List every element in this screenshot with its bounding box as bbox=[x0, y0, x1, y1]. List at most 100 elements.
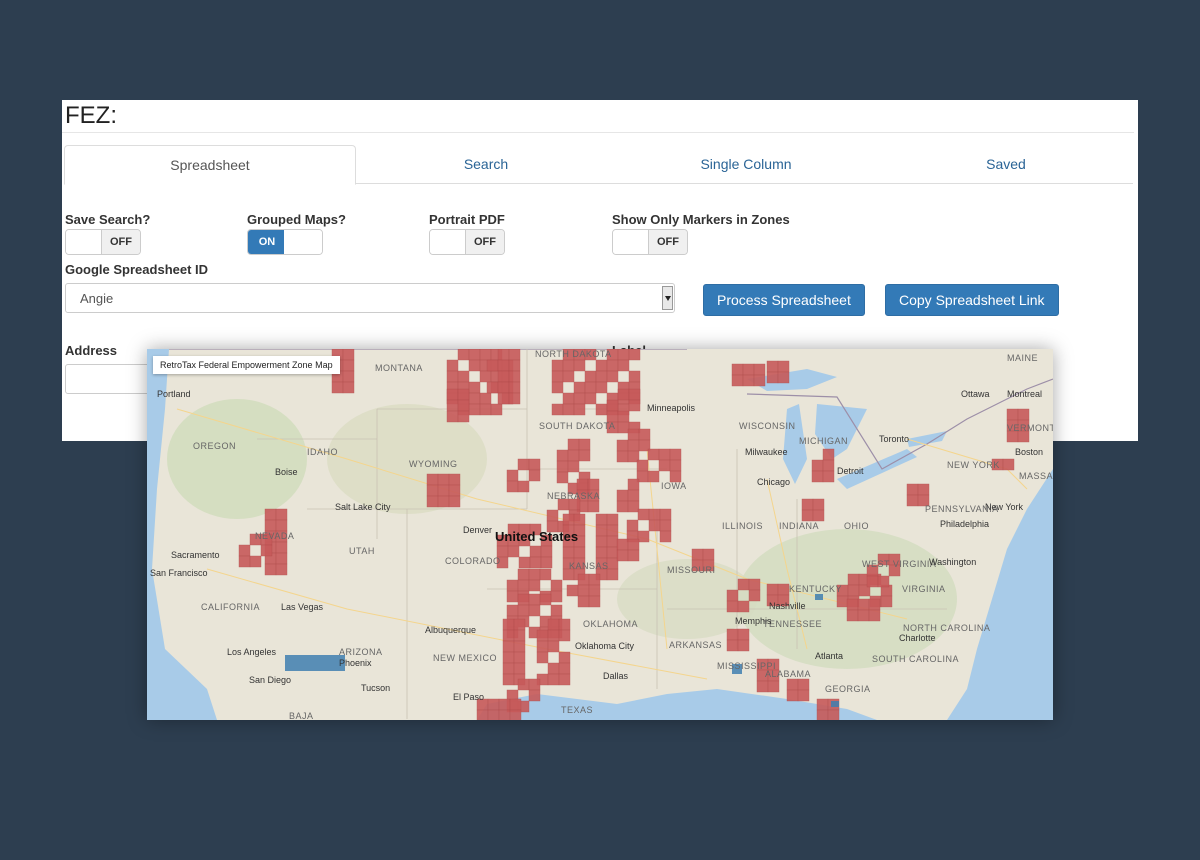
zone-tile[interactable] bbox=[742, 374, 755, 387]
zone-tile[interactable] bbox=[539, 568, 552, 581]
zone-tile[interactable] bbox=[260, 544, 273, 557]
save-search-toggle[interactable]: OFF bbox=[65, 229, 141, 255]
zone-tile[interactable] bbox=[497, 359, 510, 372]
zone-tile[interactable] bbox=[595, 535, 608, 548]
zone-tile[interactable] bbox=[426, 484, 439, 497]
marker-zone[interactable] bbox=[285, 655, 345, 671]
zone-tile[interactable] bbox=[275, 508, 288, 521]
zone-tile[interactable] bbox=[528, 579, 541, 592]
zone-tile[interactable] bbox=[508, 370, 521, 383]
zone-tile[interactable] bbox=[658, 448, 671, 461]
zone-tile[interactable] bbox=[659, 519, 672, 532]
zone-tile[interactable] bbox=[536, 651, 549, 664]
zone-tile[interactable] bbox=[238, 544, 251, 557]
tab-single-column[interactable]: Single Column bbox=[616, 145, 876, 183]
zone-tile[interactable] bbox=[502, 673, 515, 686]
zone-tile[interactable] bbox=[658, 459, 671, 472]
zone-tile[interactable] bbox=[595, 370, 608, 383]
zone-tile[interactable] bbox=[508, 381, 521, 394]
zone-tile[interactable] bbox=[275, 552, 288, 565]
zone-tile[interactable] bbox=[558, 673, 571, 686]
zone-tile[interactable] bbox=[617, 349, 630, 361]
zone-tile[interactable] bbox=[587, 500, 600, 513]
zone-tile[interactable] bbox=[627, 439, 640, 452]
zone-tile[interactable] bbox=[457, 399, 470, 412]
zone-tile[interactable] bbox=[797, 678, 810, 691]
zone-tile[interactable] bbox=[659, 530, 672, 543]
zone-tile[interactable] bbox=[627, 428, 640, 441]
zone-tile[interactable] bbox=[617, 410, 630, 423]
zone-tile[interactable] bbox=[502, 640, 515, 653]
zone-tile[interactable] bbox=[518, 556, 531, 569]
zone-tile[interactable] bbox=[606, 557, 619, 570]
zone-tile[interactable] bbox=[487, 698, 500, 711]
zone-tile[interactable] bbox=[577, 573, 590, 586]
zone-tile[interactable] bbox=[595, 359, 608, 372]
zone-tile[interactable] bbox=[490, 403, 503, 416]
zone-tile[interactable] bbox=[595, 381, 608, 394]
zone-tile[interactable] bbox=[528, 568, 541, 581]
zone-tile[interactable] bbox=[562, 513, 575, 526]
zone-tile[interactable] bbox=[551, 370, 564, 383]
zone-tile[interactable] bbox=[811, 470, 824, 483]
zone-tile[interactable] bbox=[547, 673, 560, 686]
zone-tile[interactable] bbox=[811, 459, 824, 472]
copy-spreadsheet-link-button[interactable]: Copy Spreadsheet Link bbox=[885, 284, 1059, 316]
zone-tile[interactable] bbox=[767, 680, 780, 693]
zone-tile[interactable] bbox=[659, 508, 672, 521]
zone-tile[interactable] bbox=[528, 689, 541, 702]
zone-tile[interactable] bbox=[573, 381, 586, 394]
zone-tile[interactable] bbox=[437, 484, 450, 497]
zone-tile[interactable] bbox=[616, 500, 629, 513]
zone-tile[interactable] bbox=[576, 478, 589, 491]
zone-tile[interactable] bbox=[528, 604, 541, 617]
zone-tile[interactable] bbox=[556, 471, 569, 484]
zone-tile[interactable] bbox=[584, 381, 597, 394]
zone-tile[interactable] bbox=[566, 584, 579, 597]
zone-tile[interactable] bbox=[528, 678, 541, 691]
zone-tile[interactable] bbox=[847, 573, 860, 586]
zone-tile[interactable] bbox=[726, 589, 739, 602]
zone-tile[interactable] bbox=[558, 651, 571, 664]
zone-tile[interactable] bbox=[573, 403, 586, 416]
zone-tile[interactable] bbox=[606, 370, 619, 383]
zone-tile[interactable] bbox=[562, 546, 575, 559]
zone-tile[interactable] bbox=[539, 593, 552, 606]
zone-tile[interactable] bbox=[578, 449, 591, 462]
zone-tile[interactable] bbox=[877, 575, 890, 588]
grouped-maps-toggle[interactable]: ON bbox=[247, 229, 323, 255]
zone-tile[interactable] bbox=[562, 370, 575, 383]
zone-tile[interactable] bbox=[588, 595, 601, 608]
tab-search[interactable]: Search bbox=[356, 145, 616, 183]
zone-tile[interactable] bbox=[446, 370, 459, 383]
spreadsheet-id-select[interactable]: Angie bbox=[65, 283, 675, 313]
zone-tile[interactable] bbox=[816, 709, 829, 720]
zone-tile[interactable] bbox=[617, 388, 630, 401]
zone-tile[interactable] bbox=[737, 600, 750, 613]
zone-tile[interactable] bbox=[342, 381, 355, 394]
zone-map[interactable]: MONTANA NORTH DAKOTA SOUTH DAKOTA OREGON… bbox=[147, 349, 1053, 720]
zone-tile[interactable] bbox=[497, 381, 510, 394]
zone-tile[interactable] bbox=[551, 381, 564, 394]
zone-tile[interactable] bbox=[550, 579, 563, 592]
zone-tile[interactable] bbox=[628, 370, 641, 383]
zone-tile[interactable] bbox=[517, 458, 530, 471]
zone-tile[interactable] bbox=[906, 494, 919, 507]
zone-tile[interactable] bbox=[558, 629, 571, 642]
zone-tile[interactable] bbox=[479, 370, 492, 383]
zone-tile[interactable] bbox=[857, 598, 870, 611]
zone-tile[interactable] bbox=[627, 489, 640, 502]
zone-tile[interactable] bbox=[517, 678, 530, 691]
zone-tile[interactable] bbox=[880, 595, 893, 608]
zone-tile[interactable] bbox=[1002, 458, 1015, 471]
zone-tile[interactable] bbox=[822, 459, 835, 472]
zone-tile[interactable] bbox=[573, 546, 586, 559]
marker-zone[interactable] bbox=[815, 594, 823, 600]
zone-tile[interactable] bbox=[669, 448, 682, 461]
zone-tile[interactable] bbox=[502, 629, 515, 642]
zone-tile[interactable] bbox=[726, 639, 739, 652]
zone-tile[interactable] bbox=[857, 609, 870, 622]
zone-tile[interactable] bbox=[487, 709, 500, 720]
zone-tile[interactable] bbox=[528, 458, 541, 471]
zone-tile[interactable] bbox=[595, 403, 608, 416]
